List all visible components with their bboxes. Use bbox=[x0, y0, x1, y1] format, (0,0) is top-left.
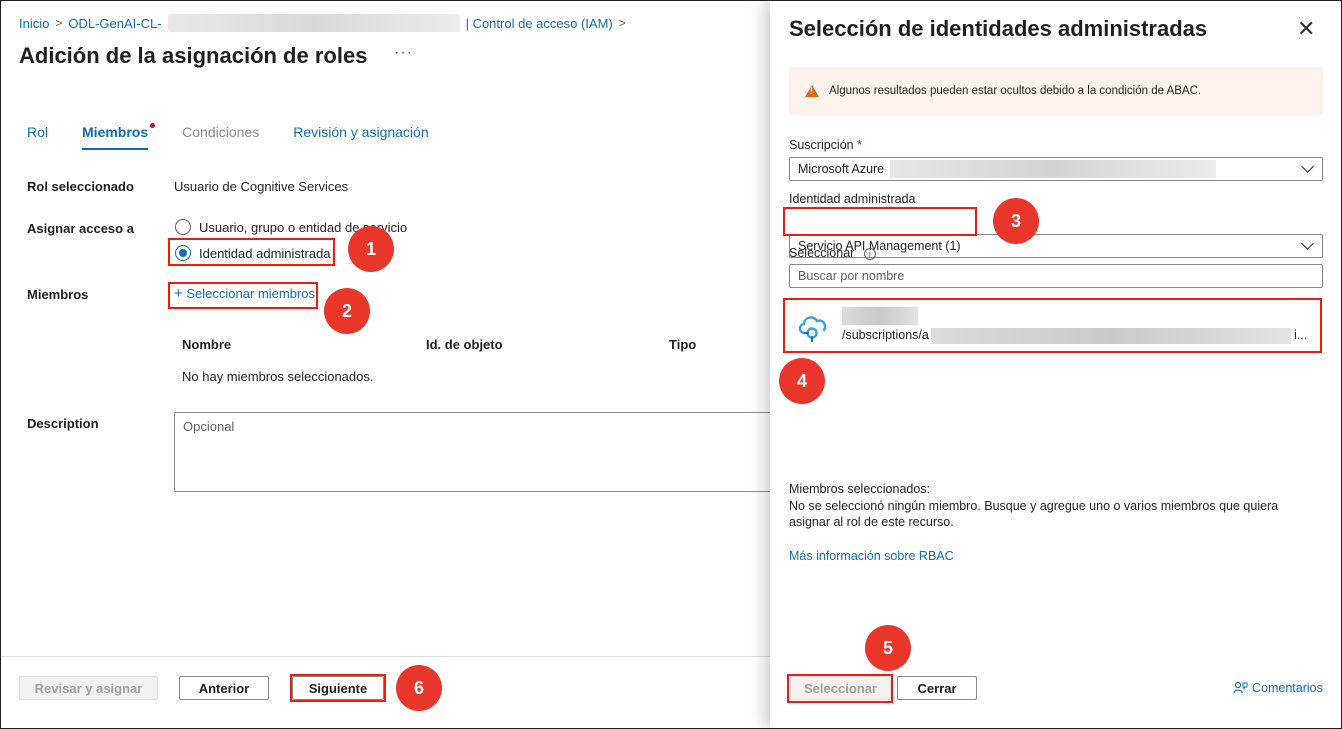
tab-rol[interactable]: Rol bbox=[27, 124, 48, 150]
warning-text: Algunos resultados pueden estar ocultos … bbox=[829, 85, 1202, 97]
page-title: Adición de la asignación de roles bbox=[19, 43, 368, 68]
select-label: Seleccionar i bbox=[789, 246, 876, 260]
selected-members-text: No se seleccionó ningún miembro. Busque … bbox=[789, 499, 1279, 529]
step-callout-2: 2 bbox=[324, 288, 370, 334]
breadcrumb-home[interactable]: Inicio bbox=[19, 16, 49, 31]
selected-role-value: Usuario de Cognitive Services bbox=[174, 179, 349, 194]
highlight-box bbox=[168, 282, 318, 309]
tab-label: Miembros bbox=[82, 124, 149, 140]
select-label-text: Seleccionar bbox=[789, 246, 855, 260]
subscription-label-text: Suscripción bbox=[789, 138, 854, 152]
tab-label: Rol bbox=[27, 124, 49, 140]
redacted-subscription bbox=[890, 160, 1217, 178]
required-mark: * bbox=[857, 138, 862, 152]
info-icon[interactable]: i bbox=[863, 248, 876, 260]
redacted-resource-name bbox=[167, 14, 460, 32]
members-label: Miembros bbox=[27, 287, 89, 302]
description-label: Description bbox=[27, 416, 99, 431]
tab-bar: Rol Miembros Condiciones Revisión y asig… bbox=[27, 123, 463, 150]
highlight-box bbox=[290, 674, 386, 702]
footer-divider bbox=[0, 656, 770, 657]
abac-warning-banner: ! Algunos resultados pueden estar oculto… bbox=[789, 67, 1323, 115]
step-callout-6: 6 bbox=[396, 665, 442, 711]
breadcrumb-resource[interactable]: ODL-GenAI-CL- bbox=[68, 16, 161, 31]
subscription-label: Suscripción * bbox=[789, 138, 862, 152]
description-input[interactable]: Opcional bbox=[174, 412, 774, 492]
step-callout-3: 3 bbox=[993, 198, 1039, 244]
search-input[interactable]: Buscar por nombre bbox=[789, 264, 1323, 288]
highlight-box bbox=[783, 207, 977, 236]
chevron-right-icon: > bbox=[55, 16, 63, 30]
column-header-type[interactable]: Tipo bbox=[669, 337, 696, 352]
feedback-icon bbox=[1233, 681, 1248, 694]
selected-role-label: Rol seleccionado bbox=[27, 179, 134, 194]
close-button[interactable]: Cerrar bbox=[897, 676, 977, 700]
chevron-down-icon bbox=[1301, 237, 1314, 250]
tab-miembros[interactable]: Miembros bbox=[82, 123, 156, 150]
tab-condiciones[interactable]: Condiciones bbox=[182, 124, 259, 150]
breadcrumb: Inicio > ODL-GenAI-CL- | Control de acce… bbox=[19, 14, 626, 32]
step-callout-1: 1 bbox=[348, 226, 394, 272]
breadcrumb-iam[interactable]: | Control de acceso (IAM) bbox=[466, 16, 613, 31]
managed-identity-label: Identidad administrada bbox=[789, 192, 916, 206]
chevron-right-icon: > bbox=[618, 16, 626, 30]
column-header-name[interactable]: Nombre bbox=[182, 337, 231, 352]
previous-button[interactable]: Anterior bbox=[179, 676, 269, 700]
rbac-learn-more-link[interactable]: Más información sobre RBAC bbox=[789, 549, 954, 563]
subscription-select[interactable]: Microsoft Azure bbox=[789, 157, 1323, 181]
highlight-box bbox=[168, 238, 335, 266]
selected-members-title: Miembros seleccionados: bbox=[789, 482, 931, 496]
panel-title: Selección de identidades administradas bbox=[789, 16, 1208, 41]
close-icon[interactable]: ✕ bbox=[1297, 16, 1315, 42]
feedback-link[interactable]: Comentarios bbox=[1233, 681, 1323, 695]
review-assign-button[interactable]: Revisar y asignar bbox=[19, 676, 158, 700]
warning-icon: ! bbox=[805, 85, 819, 97]
feedback-label: Comentarios bbox=[1252, 681, 1323, 695]
tab-revision[interactable]: Revisión y asignación bbox=[293, 124, 428, 150]
chevron-down-icon bbox=[1301, 160, 1314, 173]
tab-label: Condiciones bbox=[182, 124, 260, 140]
required-dot-icon bbox=[150, 123, 156, 128]
radio-button[interactable] bbox=[175, 219, 191, 235]
subscription-value: Microsoft Azure bbox=[798, 162, 885, 176]
highlight-box bbox=[787, 674, 893, 703]
assign-access-label: Asignar acceso a bbox=[27, 221, 134, 236]
more-options-icon[interactable]: ··· bbox=[394, 44, 413, 62]
column-header-object-id[interactable]: Id. de objeto bbox=[426, 337, 503, 352]
step-callout-5: 5 bbox=[865, 625, 911, 671]
step-callout-4: 4 bbox=[779, 358, 825, 404]
empty-members-text: No hay miembros seleccionados. bbox=[182, 369, 374, 384]
tab-label: Revisión y asignación bbox=[293, 124, 429, 140]
highlight-box bbox=[783, 298, 1322, 353]
